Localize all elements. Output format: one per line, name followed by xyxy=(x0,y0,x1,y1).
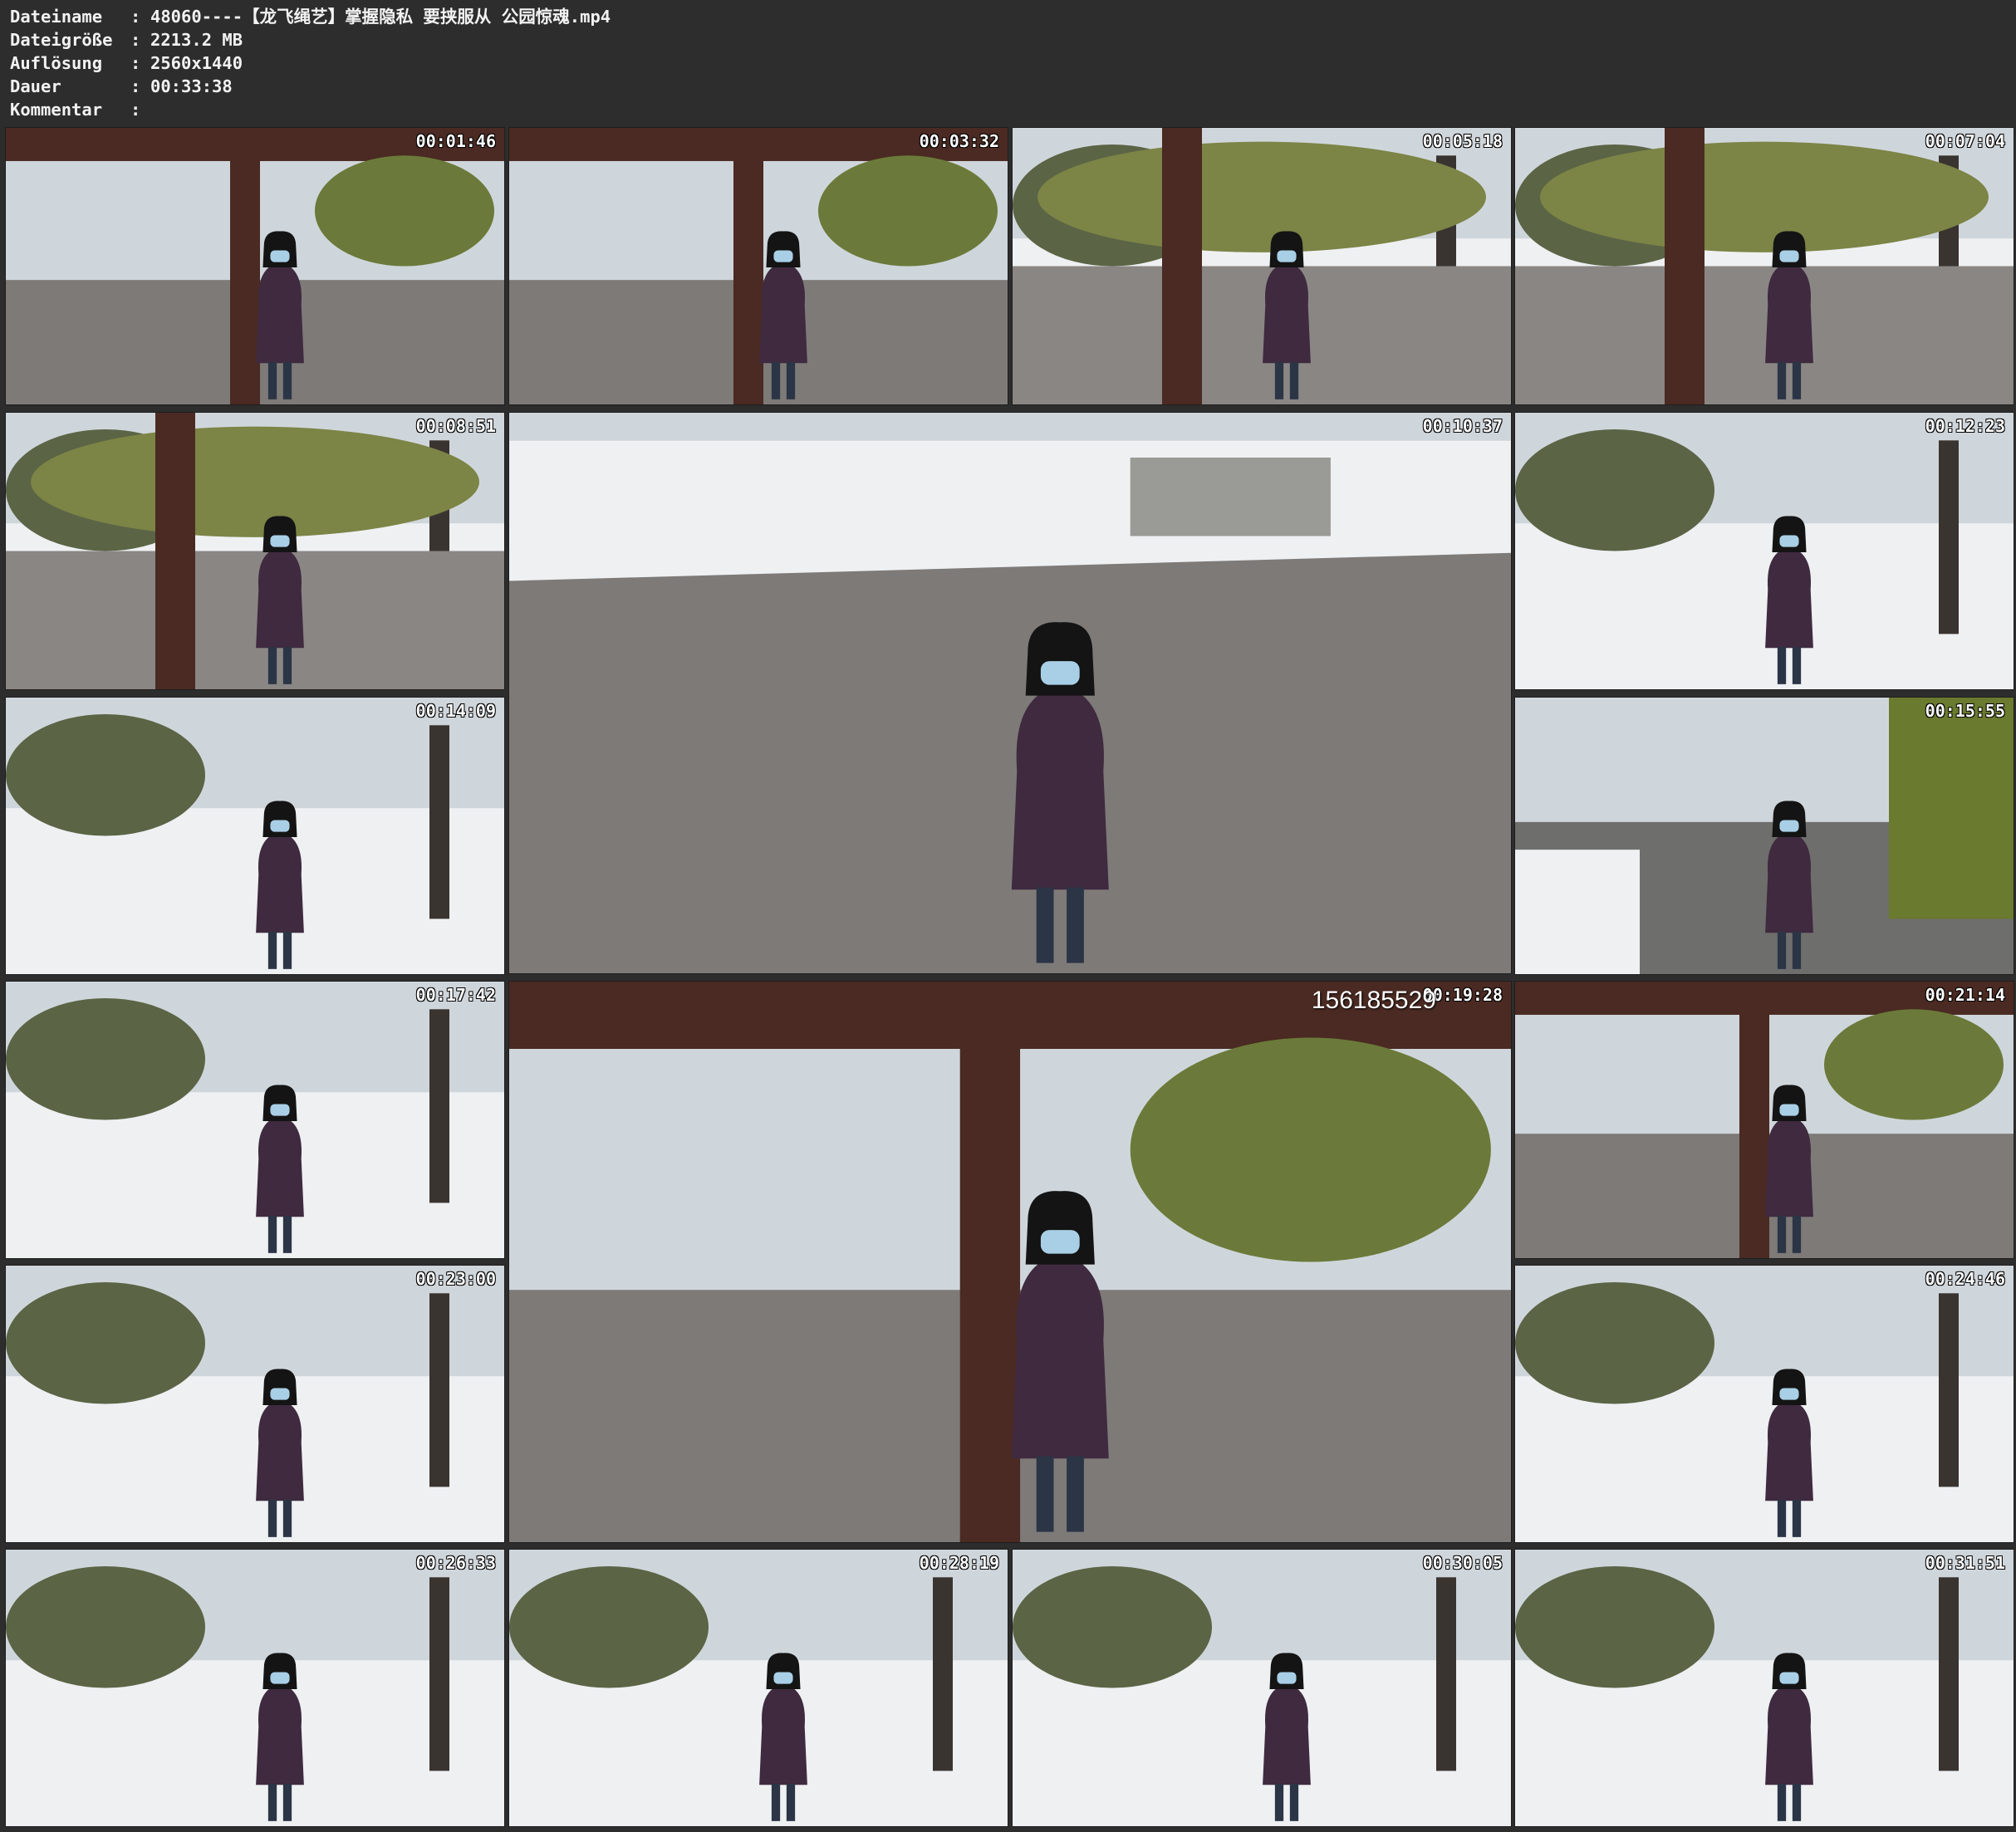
thumbnail-frame: 00:14:09 xyxy=(5,697,505,975)
frame-scene-image xyxy=(6,1266,504,1542)
frame-scene-image xyxy=(1515,1266,2014,1542)
thumbnail-frame: 00:15:55 xyxy=(1514,697,2014,975)
frame-scene-image xyxy=(1515,698,2014,974)
frame-timestamp: 00:08:51 xyxy=(415,416,496,436)
frame-timestamp: 00:17:42 xyxy=(415,985,496,1005)
thumbnail-frame: 00:07:04 xyxy=(1514,127,2014,405)
thumbnail-frame: 00:03:32 xyxy=(508,127,1008,405)
thumbnail-frame: 00:23:00 xyxy=(5,1265,505,1543)
frame-timestamp: 00:28:19 xyxy=(919,1553,999,1573)
thumbnail-frame: 00:10:37 xyxy=(508,412,1512,974)
thumbnail-frame: 00:08:51 xyxy=(5,412,505,690)
frame-scene-image xyxy=(509,128,1008,404)
frame-timestamp: 00:10:37 xyxy=(1422,416,1503,436)
frame-scene-image xyxy=(6,698,504,974)
frame-scene-image xyxy=(1515,1550,2014,1826)
thumbnail-frame: 00:31:51 xyxy=(1514,1549,2014,1827)
thumbnail-frame: 00:24:46 xyxy=(1514,1265,2014,1543)
frame-scene-image xyxy=(1013,128,1511,404)
frame-overlay-text: 156185529 xyxy=(1311,987,1436,1014)
thumbnail-frame: 00:05:18 xyxy=(1012,127,1512,405)
thumbnail-frame: 00:30:05 xyxy=(1012,1549,1512,1827)
thumbnail-frame: 00:17:42 xyxy=(5,981,505,1259)
frame-scene-image xyxy=(1515,128,2014,404)
frame-scene-image xyxy=(6,982,504,1258)
thumbnail-frame: 00:21:14 xyxy=(1514,981,2014,1259)
frame-timestamp: 00:14:09 xyxy=(415,701,496,721)
frame-scene-image xyxy=(1013,1550,1511,1826)
frame-scene-image xyxy=(1515,982,2014,1258)
frame-scene-image xyxy=(6,1550,504,1826)
frame-timestamp: 00:30:05 xyxy=(1422,1553,1503,1573)
frame-scene-image xyxy=(509,413,1511,973)
frame-timestamp: 00:07:04 xyxy=(1925,131,2005,151)
frame-timestamp: 00:26:33 xyxy=(415,1553,496,1573)
thumbnail-grid: 00:01:46 00:03:32 00:05:18 00:07:04 00:0… xyxy=(0,0,2016,1832)
thumbnail-frame: 00:12:23 xyxy=(1514,412,2014,690)
frame-timestamp: 00:21:14 xyxy=(1925,985,2005,1005)
frame-timestamp: 00:05:18 xyxy=(1422,131,1503,151)
frame-timestamp: 00:24:46 xyxy=(1925,1269,2005,1289)
frame-timestamp: 00:03:32 xyxy=(919,131,999,151)
frame-scene-image xyxy=(1515,413,2014,689)
thumbnail-frame: 00:19:28 156185529 xyxy=(508,981,1512,1543)
frame-timestamp: 00:01:46 xyxy=(415,131,496,151)
frame-scene-image xyxy=(509,982,1511,1542)
thumbnail-frame: 00:26:33 xyxy=(5,1549,505,1827)
frame-scene-image xyxy=(6,128,504,404)
thumbnail-frame: 00:01:46 xyxy=(5,127,505,405)
frame-timestamp: 00:12:23 xyxy=(1925,416,2005,436)
frame-scene-image xyxy=(6,413,504,689)
thumbnail-frame: 00:28:19 xyxy=(508,1549,1008,1827)
frame-timestamp: 00:23:00 xyxy=(415,1269,496,1289)
frame-timestamp: 00:31:51 xyxy=(1925,1553,2005,1573)
frame-scene-image xyxy=(509,1550,1008,1826)
frame-timestamp: 00:15:55 xyxy=(1925,701,2005,721)
